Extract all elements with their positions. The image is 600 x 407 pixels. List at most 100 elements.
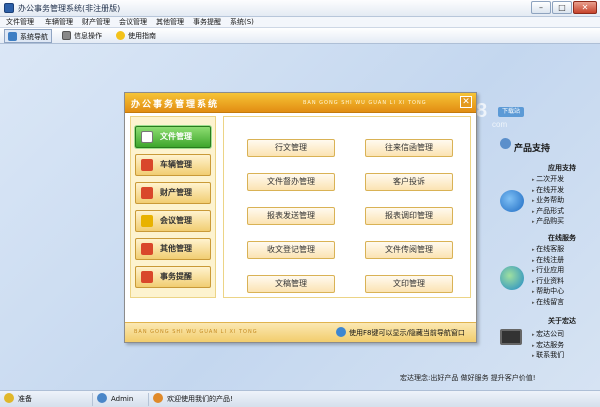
nav-meeting-label: 会议管理 xyxy=(160,216,192,225)
info-toolbar-button[interactable]: 信息操作 xyxy=(62,29,102,43)
info-label: 信息操作 xyxy=(74,32,102,40)
about-list: 宏达公司 宏达服务 联系我们 xyxy=(532,330,564,362)
dialog-pinyin: BAN GONG SHI WU GUAN LI XI TONG xyxy=(303,100,427,106)
property-icon xyxy=(141,187,153,199)
menu-property[interactable]: 财产管理 xyxy=(82,17,110,28)
nav-reminder-label: 事务提醒 xyxy=(160,272,192,281)
other-icon xyxy=(141,243,153,255)
nav-file-button[interactable]: 文件管理 xyxy=(135,126,211,148)
online-service-list: 在线客服 在线注册 行业应用 行业资料 帮助中心 在线留言 xyxy=(532,245,564,309)
menu-vehicle[interactable]: 车辆管理 xyxy=(45,17,73,28)
dialog-close-button[interactable]: ✕ xyxy=(460,96,472,108)
meeting-star-icon xyxy=(141,215,153,227)
car-icon xyxy=(141,159,153,171)
reminder-icon xyxy=(141,271,153,283)
func-complaint-button[interactable]: 客户投诉 xyxy=(365,173,453,191)
func-receive-button[interactable]: 收文登记管理 xyxy=(247,241,335,259)
user-icon xyxy=(97,393,107,403)
minimize-button[interactable]: – xyxy=(531,1,551,14)
status-ready: 准备 xyxy=(4,393,32,406)
share-arrow-icon xyxy=(500,190,524,212)
menu-meeting[interactable]: 会议管理 xyxy=(119,17,147,28)
nav-file-label: 文件管理 xyxy=(160,132,192,141)
section-heading-online: 在线服务 xyxy=(548,234,576,242)
footer-pinyin: BAN GONG SHI WU GUAN LI XI TONG xyxy=(134,329,258,335)
window-title: 办公事务管理系统(非注册版) xyxy=(18,4,121,13)
nav-icon xyxy=(8,32,17,41)
func-letters-button[interactable]: 往来信函管理 xyxy=(365,139,453,157)
globe-icon xyxy=(500,266,524,290)
ready-icon xyxy=(4,393,14,403)
maximize-button[interactable]: □ xyxy=(552,1,572,14)
category-panel: 文件管理 车辆管理 财产管理 会议管理 其他管理 事务提醒 xyxy=(130,116,216,298)
link-contact[interactable]: 联系我们 xyxy=(532,351,564,362)
file-icon xyxy=(141,131,153,143)
nav-vehicle-button[interactable]: 车辆管理 xyxy=(135,154,211,176)
nav-other-button[interactable]: 其他管理 xyxy=(135,238,211,260)
menu-other[interactable]: 其他管理 xyxy=(156,17,184,28)
nav-toolbar-button[interactable]: 系统导航 xyxy=(4,29,52,43)
link-product-form[interactable]: 产品形式 xyxy=(532,207,564,218)
nav-other-label: 其他管理 xyxy=(160,244,192,253)
link-online-cs[interactable]: 在线客服 xyxy=(532,245,564,256)
link-secondary-dev[interactable]: 二次开发 xyxy=(532,175,564,186)
link-online-register[interactable]: 在线注册 xyxy=(532,256,564,267)
section-heading-about: 关于宏达 xyxy=(548,317,576,325)
status-bar: 准备 Admin 欢迎使用我们的产品! xyxy=(0,390,600,407)
function-panel: 行文管理 往来信函管理 文件督办管理 客户投诉 报表发送管理 报表调印管理 收文… xyxy=(223,116,471,298)
link-help-center[interactable]: 帮助中心 xyxy=(532,287,564,298)
support-icon xyxy=(500,138,511,149)
help-icon xyxy=(116,31,125,40)
link-business-help[interactable]: 业务帮助 xyxy=(532,196,564,207)
dialog-header: 办公事务管理系统 BAN GONG SHI WU GUAN LI XI TONG… xyxy=(125,93,476,113)
welcome-icon xyxy=(153,393,163,403)
close-button[interactable]: ✕ xyxy=(573,1,597,14)
status-user: Admin xyxy=(92,393,133,406)
link-message[interactable]: 在线留言 xyxy=(532,298,564,309)
func-report-print-button[interactable]: 报表调印管理 xyxy=(365,207,453,225)
menu-file[interactable]: 文件管理 xyxy=(6,17,34,28)
app-support-list: 二次开发 在线开发 业务帮助 产品形式 产品购买 xyxy=(532,175,564,228)
nav-vehicle-label: 车辆管理 xyxy=(160,160,192,169)
menu-system[interactable]: 系统(S) xyxy=(230,17,254,28)
link-company[interactable]: 宏达公司 xyxy=(532,330,564,341)
func-manuscript-button[interactable]: 文稿管理 xyxy=(247,275,335,293)
status-welcome: 欢迎使用我们的产品! xyxy=(148,393,233,406)
menu-bar: 文件管理 车辆管理 财产管理 会议管理 其他管理 事务提醒 系统(S) xyxy=(0,17,600,28)
section-heading-app: 应用支持 xyxy=(548,164,576,172)
dialog-footer: BAN GONG SHI WU GUAN LI XI TONG 使用F8键可以显… xyxy=(125,322,476,342)
footer-tip: 使用F8键可以显示/隐藏当前导航窗口 xyxy=(349,329,465,337)
link-service[interactable]: 宏达服务 xyxy=(532,341,564,352)
nav-property-label: 财产管理 xyxy=(160,188,192,197)
menu-reminder[interactable]: 事务提醒 xyxy=(193,17,221,28)
nav-label: 系统导航 xyxy=(20,33,48,41)
func-print-button[interactable]: 文印管理 xyxy=(365,275,453,293)
help-label: 使用指南 xyxy=(128,32,156,40)
status-ready-label: 准备 xyxy=(18,395,32,403)
nav-meeting-button[interactable]: 会议管理 xyxy=(135,210,211,232)
func-circulate-button[interactable]: 文件传阅管理 xyxy=(365,241,453,259)
info-icon xyxy=(62,31,71,40)
func-supervise-button[interactable]: 文件督办管理 xyxy=(247,173,335,191)
help-toolbar-button[interactable]: 使用指南 xyxy=(116,29,156,43)
status-user-label: Admin xyxy=(111,395,134,403)
func-document-button[interactable]: 行文管理 xyxy=(247,139,335,157)
toolbar: 系统导航 信息操作 使用指南 xyxy=(0,28,600,44)
nav-reminder-button[interactable]: 事务提醒 xyxy=(135,266,211,288)
link-online-dev[interactable]: 在线开发 xyxy=(532,186,564,197)
func-report-send-button[interactable]: 报表发送管理 xyxy=(247,207,335,225)
title-bar: 办公事务管理系统(非注册版) – □ ✕ xyxy=(0,0,600,17)
dialog-title: 办公事务管理系统 xyxy=(131,100,220,110)
support-title: 产品支持 xyxy=(514,144,551,154)
nav-property-button[interactable]: 财产管理 xyxy=(135,182,211,204)
monitor-icon xyxy=(500,329,522,345)
link-product-buy[interactable]: 产品购买 xyxy=(532,217,564,228)
watermark-badge: 下载站 xyxy=(498,107,524,117)
watermark-domain: com xyxy=(492,120,508,129)
link-industry-app[interactable]: 行业应用 xyxy=(532,266,564,277)
status-welcome-label: 欢迎使用我们的产品! xyxy=(167,395,233,403)
navigation-dialog: 办公事务管理系统 BAN GONG SHI WU GUAN LI XI TONG… xyxy=(124,92,477,343)
company-slogan: 宏达理念:出好产品 做好服务 提升客户价值! xyxy=(400,374,536,382)
link-industry-data[interactable]: 行业资料 xyxy=(532,277,564,288)
app-icon xyxy=(4,3,14,13)
